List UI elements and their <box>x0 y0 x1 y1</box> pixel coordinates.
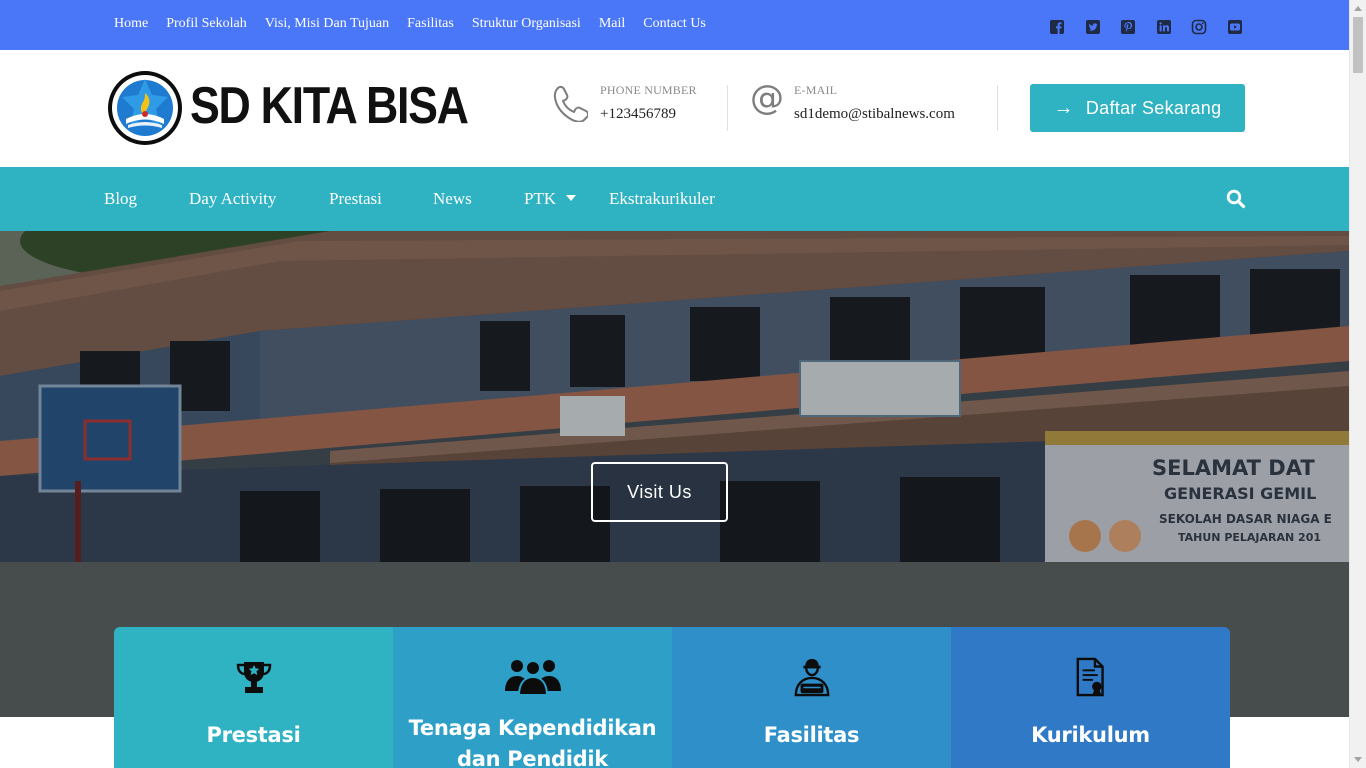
daftar-sekarang-button[interactable]: → Daftar Sekarang <box>1030 84 1245 132</box>
nav-item-news[interactable]: News <box>433 189 472 209</box>
group-icon <box>393 657 672 697</box>
feature-title-prestasi: Prestasi <box>206 723 301 747</box>
feature-card-tenaga-kependidikan[interactable]: Tenaga Kependidikan dan Pendidik <box>393 627 672 768</box>
header-divider <box>997 85 998 131</box>
top-nav-profil-sekolah[interactable]: Profil Sekolah <box>166 16 247 32</box>
nav-item-ptk[interactable]: PTK <box>524 189 577 209</box>
facebook-icon[interactable] <box>1049 19 1065 35</box>
trophy-icon <box>114 657 393 697</box>
worker-icon <box>672 657 951 697</box>
daftar-sekarang-label: Daftar Sekarang <box>1085 97 1222 118</box>
phone-icon <box>553 85 588 122</box>
chevron-down-icon <box>566 195 577 202</box>
nav-item-ptk-label: PTK <box>524 189 557 208</box>
top-nav-mail[interactable]: Mail <box>599 16 625 32</box>
scroll-down-arrow-icon[interactable] <box>1354 757 1362 762</box>
scrollbar-thumb[interactable] <box>1353 17 1363 73</box>
feature-title-tenaga-kependidikan: Tenaga Kependidikan dan Pendidik <box>393 713 672 768</box>
top-bar: Home Profil Sekolah Visi, Misi Dan Tujua… <box>0 0 1349 50</box>
top-nav-home[interactable]: Home <box>114 16 148 32</box>
certificate-icon <box>951 657 1230 697</box>
search-icon[interactable] <box>1226 189 1246 209</box>
arrow-right-icon: → <box>1053 96 1074 119</box>
nav-item-blog[interactable]: Blog <box>104 189 137 209</box>
page-scrollbar[interactable] <box>1349 0 1366 768</box>
at-sign-icon: @ <box>750 78 784 118</box>
feature-title-line-2: dan Pendidik <box>457 747 608 768</box>
feature-title-kurikulum: Kurikulum <box>1031 723 1150 747</box>
top-nav-visi-misi[interactable]: Visi, Misi Dan Tujuan <box>265 16 389 32</box>
instagram-icon[interactable] <box>1191 19 1207 35</box>
email-label: E-MAIL <box>794 83 838 97</box>
phone-value[interactable]: +123456789 <box>600 106 697 123</box>
nav-item-prestasi[interactable]: Prestasi <box>329 189 382 209</box>
top-nav-fasilitas[interactable]: Fasilitas <box>407 16 454 32</box>
site-header: SD KITA BISA PHONE NUMBER +123456789 @ E… <box>0 50 1349 167</box>
scroll-up-arrow-icon[interactable] <box>1354 6 1362 11</box>
feature-cards: Prestasi Tenaga Kependidikan dan Pendidi… <box>114 627 1230 768</box>
email-value[interactable]: sd1demo@stibalnews.com <box>794 106 955 123</box>
top-nav: Home Profil Sekolah Visi, Misi Dan Tujua… <box>114 16 724 32</box>
feature-card-prestasi[interactable]: Prestasi <box>114 627 393 768</box>
nav-item-ekstrakurikuler[interactable]: Ekstrakurikuler <box>609 189 715 209</box>
feature-title-line-1: Tenaga Kependidikan <box>408 716 657 740</box>
tut-wuri-handayani-emblem-icon <box>108 71 182 145</box>
feature-card-kurikulum[interactable]: Kurikulum <box>951 627 1230 768</box>
pinterest-icon[interactable] <box>1120 19 1136 35</box>
phone-contact: PHONE NUMBER +123456789 <box>552 82 697 123</box>
hero-banner: SELAMAT DAT GENERASI GEMIL SEKOLAH DASAR… <box>0 231 1349 562</box>
youtube-icon[interactable] <box>1227 19 1243 35</box>
feature-card-fasilitas[interactable]: Fasilitas <box>672 627 951 768</box>
top-nav-struktur-organisasi[interactable]: Struktur Organisasi <box>472 16 581 32</box>
social-links <box>1049 19 1262 35</box>
main-nav: Blog Day Activity Prestasi News PTK Ekst… <box>0 167 1349 231</box>
phone-label: PHONE NUMBER <box>600 83 697 97</box>
email-contact: @ E-MAIL sd1demo@stibalnews.com <box>750 78 955 123</box>
top-nav-contact-us[interactable]: Contact Us <box>643 16 706 32</box>
feature-title-fasilitas: Fasilitas <box>763 723 860 747</box>
header-divider <box>727 85 728 131</box>
visit-us-button[interactable]: Visit Us <box>591 462 728 522</box>
linkedin-icon[interactable] <box>1156 19 1172 35</box>
site-logo[interactable]: SD KITA BISA <box>104 66 469 150</box>
twitter-icon[interactable] <box>1085 19 1101 35</box>
site-logo-text: SD KITA BISA <box>190 77 469 135</box>
nav-item-day-activity[interactable]: Day Activity <box>189 189 276 209</box>
